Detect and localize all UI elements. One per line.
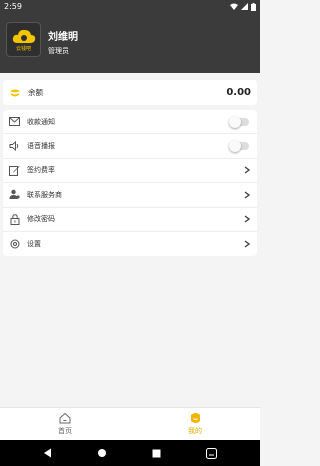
chevron-right-icon (243, 166, 251, 175)
tab-home-label: 首页 (58, 427, 72, 435)
menu-item-voice-broadcast[interactable]: 语音播报 (3, 134, 257, 159)
cloud-logo-icon (12, 29, 35, 43)
menu-item-contract-rate[interactable]: 签约费率 (3, 159, 257, 184)
status-time: 2:59 (4, 2, 22, 11)
wifi-icon (230, 3, 238, 10)
balance-row[interactable]: 余额 0.00 (3, 80, 257, 105)
recents-icon[interactable] (152, 449, 161, 458)
avatar-logo-text: 云钱吧 (15, 45, 31, 52)
gear-icon (9, 239, 20, 250)
tab-mine[interactable]: 我的 (130, 408, 260, 440)
balance-amount: 0.00 (226, 87, 251, 98)
menu-item-label: 联系服务商 (27, 190, 62, 199)
signal-icon (241, 3, 248, 10)
menu-item-label: 修改密码 (27, 215, 55, 224)
menu-item-label: 设置 (27, 240, 41, 249)
menu-item-label: 语音播报 (27, 142, 55, 151)
home-circle-icon[interactable] (97, 448, 107, 458)
status-bar: 2:59 (0, 0, 260, 13)
tab-mine-label: 我的 (188, 427, 202, 435)
menu-item-contact-provider[interactable]: 联系服务商 (3, 183, 257, 208)
mail-icon (9, 116, 20, 127)
profile-header: 云钱吧 刘维明 管理员 (0, 13, 260, 73)
home-icon (59, 412, 71, 424)
back-icon[interactable] (43, 448, 52, 458)
toggle-knob (229, 115, 241, 128)
system-navigation-bar (0, 440, 260, 466)
menu-item-label: 收款通知 (27, 117, 55, 126)
avatar[interactable]: 云钱吧 (6, 22, 41, 57)
coins-icon (10, 89, 20, 97)
menu-item-payment-notification[interactable]: 收款通知 (3, 110, 257, 135)
user-role: 管理员 (48, 47, 69, 55)
toggle-knob (229, 140, 241, 153)
bottom-tab-bar: 首页 我的 (0, 407, 260, 440)
menu-item-change-password[interactable]: 修改密码 (3, 208, 257, 232)
balance-label: 余额 (28, 88, 43, 97)
chevron-right-icon (243, 240, 251, 248)
menu-item-label: 签约费率 (27, 166, 55, 175)
menu-item-settings[interactable]: 设置 (3, 232, 257, 256)
contact-icon (9, 189, 20, 200)
profile-face-icon (190, 413, 200, 423)
settings-menu: 收款通知 语音播报 签约费率 联系服务商 修改密码 设置 (3, 110, 257, 257)
tab-home[interactable]: 首页 (0, 408, 130, 440)
chevron-right-icon (243, 215, 251, 223)
lock-icon (9, 214, 20, 225)
screenshot-icon[interactable] (206, 447, 218, 459)
battery-icon (251, 2, 256, 11)
speaker-icon (9, 141, 20, 152)
user-name: 刘维明 (48, 32, 78, 43)
edit-icon (9, 165, 20, 176)
voice-broadcast-toggle[interactable] (229, 140, 249, 153)
payment-notification-toggle[interactable] (229, 115, 249, 128)
chevron-right-icon (243, 191, 251, 199)
